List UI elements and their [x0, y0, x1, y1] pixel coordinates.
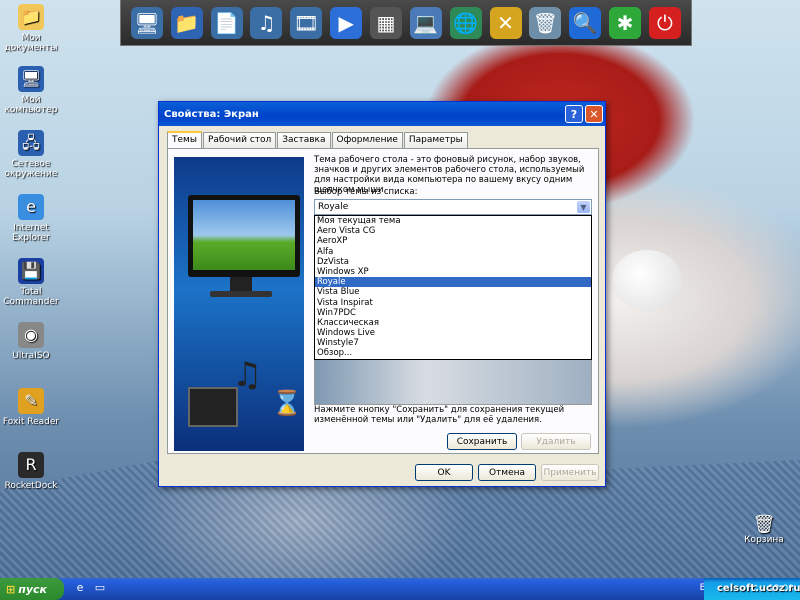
ultraiso-icon: ◉	[18, 322, 44, 348]
tab-settings[interactable]: Параметры	[403, 132, 468, 148]
document-icon[interactable]: 📄	[210, 6, 243, 39]
theme-option[interactable]: Royale	[315, 277, 591, 288]
save-delete-hint: Нажмите кнопку "Сохранить" для сохранени…	[314, 405, 565, 425]
apply-button[interactable]: Применить	[541, 464, 599, 481]
play-icon[interactable]: ▶	[330, 6, 363, 39]
desktop-icon-foxit-reader[interactable]: ✎ Foxit Reader	[0, 388, 62, 427]
desktop-icon-label: Мой компьютер	[4, 95, 58, 115]
theme-option[interactable]: AeroXP	[315, 236, 591, 246]
theme-option[interactable]: Alfa	[315, 247, 591, 257]
media-icon[interactable]: ♫	[250, 6, 283, 39]
theme-option[interactable]: Классическая	[315, 318, 591, 328]
monitor-illustration-icon	[188, 195, 300, 277]
film-icon[interactable]: 🎞	[290, 6, 323, 39]
laptop-icon[interactable]: 💻	[409, 6, 442, 39]
desktop-quicklaunch-icon[interactable]: ▭	[92, 581, 108, 597]
theme-option[interactable]: Win7PDC	[315, 308, 591, 318]
desktop-icon-label: Сетевое окружение	[4, 159, 58, 179]
title-bar[interactable]: Свойства: Экран ? ✕	[159, 102, 605, 126]
monitor-icon[interactable]: 🖥	[130, 6, 163, 39]
cancel-button[interactable]: Отмена	[478, 464, 536, 481]
wallpaper-hat-pompom	[612, 250, 682, 310]
desktop-icon-label: Foxit Reader	[2, 417, 60, 427]
start-button[interactable]: ⊞ пуск	[0, 578, 64, 600]
desktop-icon-internet-explorer[interactable]: e Internet Explorer	[0, 194, 62, 243]
recycle-bin-icon: 🗑	[752, 514, 776, 535]
desktop-icon-rocketdock[interactable]: R RocketDock	[0, 452, 62, 491]
desktop-icon-total-commander[interactable]: 💾 Total Commander	[0, 258, 62, 307]
tab-screensaver[interactable]: Заставка	[277, 132, 331, 148]
theme-option[interactable]: Aero Vista CG	[315, 226, 591, 236]
theme-select-value: Royale	[318, 202, 349, 212]
hourglass-icon: ⌛	[272, 389, 302, 417]
tools-icon[interactable]: ✕	[489, 6, 522, 39]
theme-option[interactable]: Windows Live	[315, 328, 591, 338]
desktop-icon-label: Корзина	[744, 535, 784, 545]
network-icon: 🖧	[18, 130, 44, 156]
theme-option[interactable]: Windows XP	[315, 267, 591, 277]
theme-select[interactable]: Royale ▼	[314, 199, 592, 215]
tab-appearance[interactable]: Оформление	[331, 132, 403, 148]
ok-button[interactable]: OK	[415, 464, 473, 481]
theme-select-label: Выбор темы из списка:	[314, 187, 418, 197]
desktop-icon-folder-documents[interactable]: 📁 Мои документы	[0, 4, 62, 53]
desktop-icon-recycle-bin[interactable]: 🗑 Корзина	[740, 514, 788, 545]
total-commander-icon: 💾	[18, 258, 44, 284]
power-icon[interactable]: ⏻	[648, 6, 681, 39]
save-theme-button[interactable]: Сохранить	[447, 433, 517, 450]
theme-option[interactable]: Winstyle7	[315, 338, 591, 348]
quick-launch: e ▭	[72, 581, 108, 597]
rocketdock-icon: R	[18, 452, 44, 478]
theme-option[interactable]: Моя текущая тема	[315, 216, 591, 226]
my-computer-icon: 🖥	[18, 66, 44, 92]
media-player-icon	[188, 387, 238, 427]
theme-option[interactable]: Обзор...	[315, 348, 591, 358]
rocket-dock: 🖥 📁 📄 ♫ 🎞 ▶ ▦ 💻 🌐 ✕ 🗑 🔍 ✱ ⏻	[120, 0, 692, 46]
settings-icon[interactable]: ✱	[609, 6, 642, 39]
tab-desktop[interactable]: Рабочий стол	[202, 132, 277, 148]
desktop-icon-label: UltraISO	[12, 351, 50, 361]
internet-explorer-quicklaunch-icon[interactable]: e	[72, 581, 88, 597]
theme-dropdown-list: Моя текущая тема Aero Vista CG AeroXP Alfa D…	[314, 215, 592, 360]
chevron-down-icon[interactable]: ▼	[577, 201, 590, 213]
windows-flag-icon: ⊞	[6, 582, 16, 596]
tab-strip: Темы Рабочий стол Заставка Оформление Па…	[167, 131, 469, 149]
desktop-icon-network[interactable]: 🖧 Сетевое окружение	[0, 130, 62, 179]
folder-icon[interactable]: 📁	[170, 6, 203, 39]
search-icon[interactable]: 🔍	[569, 6, 602, 39]
tab-themes[interactable]: Темы	[167, 131, 202, 149]
display-properties-dialog: Свойства: Экран ? ✕ Темы Рабочий стол За…	[158, 101, 606, 487]
folder-documents-icon: 📁	[18, 4, 44, 30]
close-button[interactable]: ✕	[585, 105, 603, 123]
themes-panel: ♫ ⌛ Тема рабочего стола - это фоновый ри…	[167, 148, 599, 454]
help-button[interactable]: ?	[565, 105, 583, 123]
desktop-icon-label: RocketDock	[4, 481, 58, 491]
dialog-title: Свойства: Экран	[164, 108, 259, 120]
desktop-icon-ultraiso[interactable]: ◉ UltraISO	[0, 322, 62, 361]
delete-theme-button[interactable]: Удалить	[521, 433, 591, 450]
monitor-base	[210, 291, 272, 297]
desktop-icon-label: Total Commander	[3, 287, 59, 307]
theme-option[interactable]: DzVista	[315, 257, 591, 267]
internet-explorer-icon: e	[18, 194, 44, 220]
desktop-icon-label: Мои документы	[4, 33, 58, 53]
globe-icon[interactable]: 🌐	[449, 6, 482, 39]
desktop-icon-my-computer[interactable]: 🖥 Мой компьютер	[0, 66, 62, 115]
watermark: celsoft.ucoz.ru	[717, 583, 800, 594]
theme-option[interactable]: Vista Blue	[315, 287, 591, 297]
theme-option[interactable]: Vista Inspirat	[315, 298, 591, 308]
trash-icon[interactable]: 🗑	[529, 6, 562, 39]
desktop-icon-label: Internet Explorer	[12, 223, 50, 243]
calculator-icon[interactable]: ▦	[369, 6, 402, 39]
start-label: пуск	[18, 582, 47, 596]
theme-illustration: ♫ ⌛	[174, 157, 304, 451]
foxit-reader-icon: ✎	[18, 388, 44, 414]
taskbar: ⊞ пуск e ▭ EN ♪ 13:09	[0, 578, 800, 600]
